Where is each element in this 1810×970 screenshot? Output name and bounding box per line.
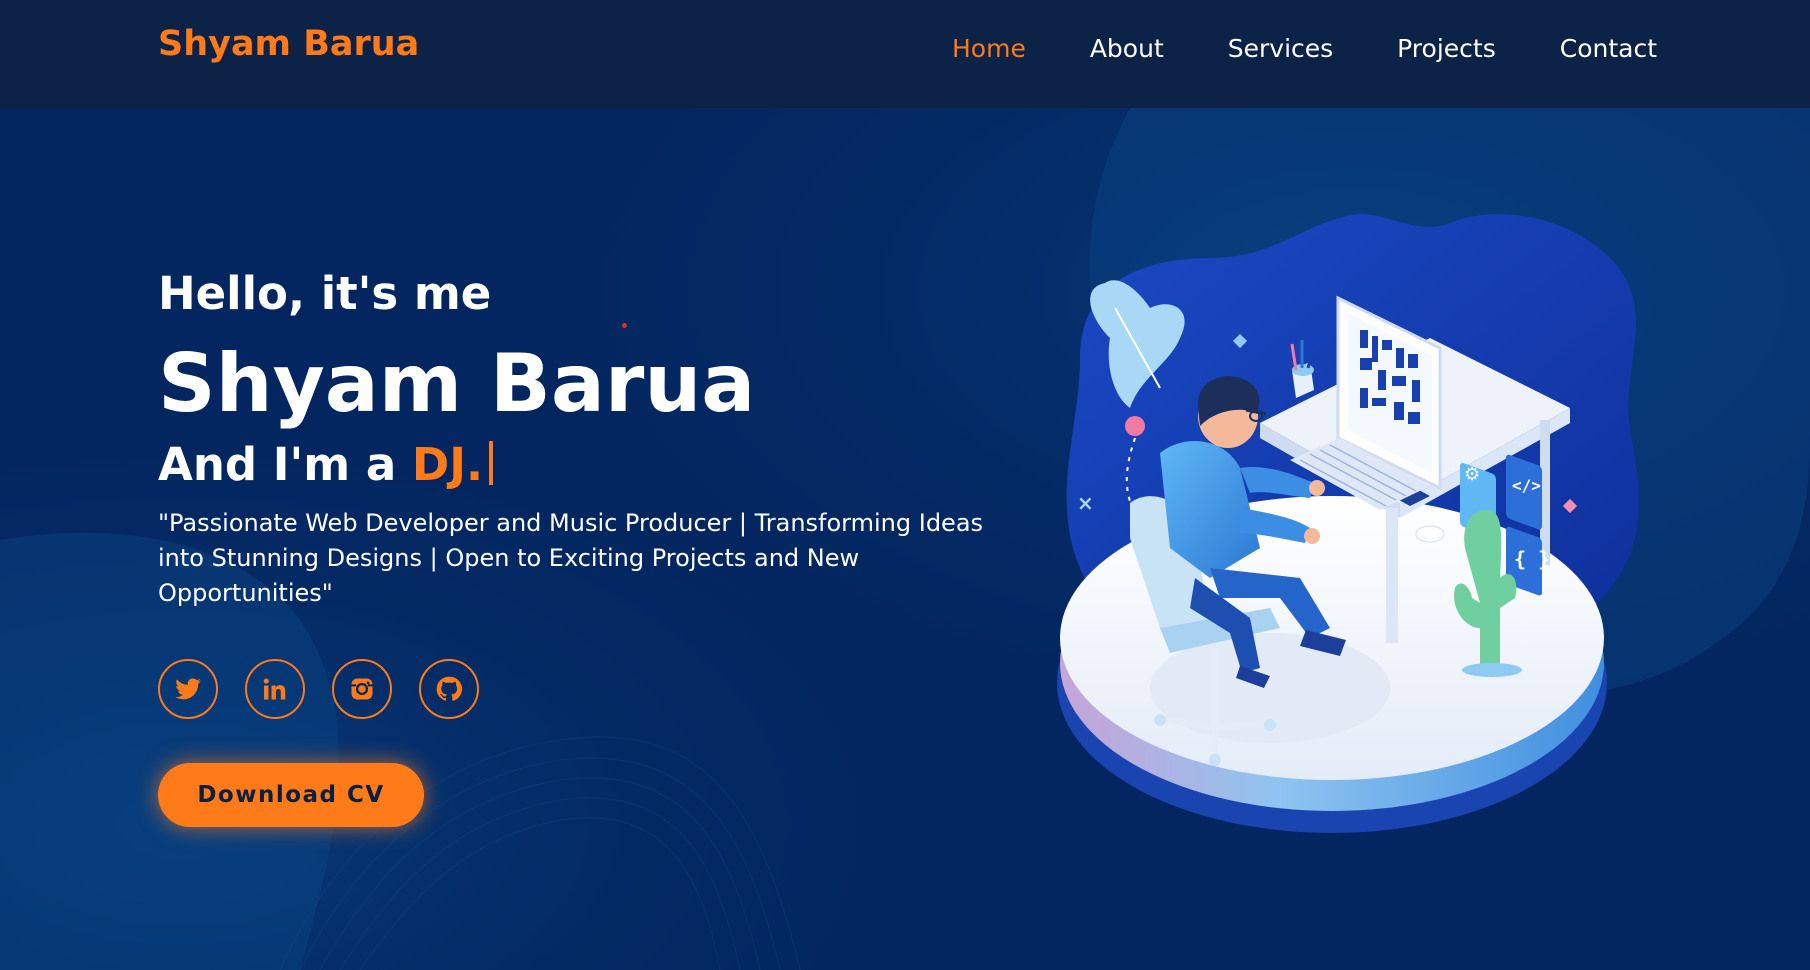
hero-role: And I'm a DJ. [158,432,1018,498]
github-icon [436,676,463,701]
navbar: Shyam Barua Home About Services Projects… [0,0,1810,108]
role-prefix: And I'm a [158,438,412,491]
nav-link-home[interactable]: Home [952,34,1026,63]
main-nav: Home About Services Projects Contact [952,34,1657,63]
typing-cursor [489,441,494,485]
svg-text:{ }: { } [1514,547,1550,571]
hero-description: "Passionate Web Developer and Music Prod… [158,509,984,607]
instagram-link[interactable] [332,659,392,719]
hero-illustration: × ⚙ </> {} [1010,108,1810,868]
hero-section: Hello, it's me Shyam Barua And I'm a DJ.… [158,262,1018,827]
hero-greeting: Hello, it's me [158,267,492,320]
linkedin-link[interactable] [245,659,305,719]
instagram-icon [351,678,373,700]
svg-text:</>: </> [1512,476,1541,495]
svg-text:⚙: ⚙ [1464,464,1480,485]
social-links [158,659,1018,719]
nav-link-projects[interactable]: Projects [1397,34,1496,63]
github-link[interactable] [419,659,479,719]
download-cv-button[interactable]: Download CV [158,763,424,827]
nav-link-services[interactable]: Services [1228,34,1333,63]
twitter-link[interactable] [158,659,218,719]
nav-link-about[interactable]: About [1090,34,1164,63]
logo[interactable]: Shyam Barua [158,24,419,64]
linkedin-icon [263,678,286,700]
hero-name: Shyam Barua [158,337,756,430]
svg-text:×: × [1077,491,1094,515]
role-highlight: DJ. [411,438,484,491]
nav-link-contact[interactable]: Contact [1560,34,1657,63]
twitter-icon [175,678,201,700]
